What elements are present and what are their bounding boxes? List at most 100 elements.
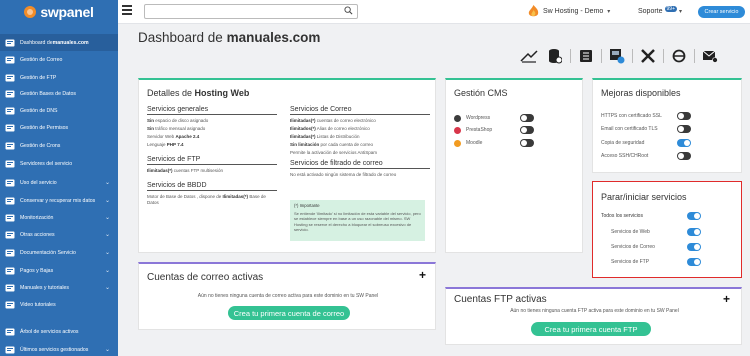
mejora-toggle[interactable] — [677, 152, 691, 160]
sidebar-item-label: Documentación Servicio — [20, 249, 76, 256]
section-heading: Servicios de FTP — [147, 156, 277, 165]
card-title: Cuentas FTP activas — [454, 294, 547, 305]
card-title: Detalles de Hosting Web — [147, 88, 250, 98]
tree-icon — [5, 328, 15, 336]
mejora-row: Email con certificado TLS — [601, 125, 691, 133]
chevron-down-icon: ▾ — [607, 9, 611, 15]
logo[interactable]: swpanel — [0, 0, 118, 24]
sidebar-item-label: Árbol de servicios activos — [20, 328, 79, 335]
servicio-toggle[interactable] — [687, 258, 701, 266]
panel-settings-icon[interactable] — [573, 47, 599, 65]
sidebar-item[interactable]: Dashboard de manuales.com — [0, 34, 118, 51]
list-item: Permite la activación de servicios AntiS… — [290, 150, 378, 155]
sync-icon[interactable] — [666, 47, 692, 65]
sidebar-item[interactable]: Documentación Servicio ⌄ — [0, 244, 118, 261]
sidebar-item-label: Gestión de Correo — [20, 56, 63, 63]
sidebar-item-label: Gestión de DNS — [20, 107, 58, 114]
actions-icon — [5, 231, 15, 239]
servicio-row: Servicios de FTP — [611, 258, 701, 266]
sidebar-item-label: Gestión de Permisos — [20, 124, 69, 131]
sidebar-item-label: Últimos servicios gestionados — [20, 346, 89, 353]
list-item: Ilimitados(*) Alias de correo electrónic… — [290, 126, 370, 131]
crear-servicio-button[interactable]: Crear servicio — [698, 6, 745, 18]
monitor-icon — [5, 214, 15, 222]
card-title: Parar/iniciar servicios — [601, 192, 687, 202]
sidebar-item-label: Gestión Bases de Datos — [20, 90, 76, 97]
servicio-label: Servicios de Web — [611, 229, 650, 235]
sidebar-item[interactable]: Gestión de DNS — [0, 102, 118, 119]
note-title: (*) Importante — [294, 203, 320, 208]
notification-badge: 99+ — [664, 5, 678, 12]
sidebar-item-label: Conservar y recuperar mis datos — [20, 197, 96, 204]
action-toolbar — [516, 47, 723, 65]
add-icon[interactable]: + — [723, 292, 730, 306]
sidebar-item[interactable]: Otras acciones ⌄ — [0, 226, 118, 243]
cms-toggle[interactable] — [520, 139, 534, 147]
sidebar-item[interactable]: Últimos servicios gestionados ⌄ — [0, 341, 118, 356]
cms-toggle[interactable] — [520, 126, 534, 134]
toolbar-divider — [694, 49, 695, 63]
mejora-label: HTTPS con certificado SSL — [601, 113, 662, 119]
user-menu[interactable]: Sw Hosting - Demo ▾ — [528, 5, 610, 18]
servicio-row: Servicios de Correo — [611, 243, 701, 251]
list-item: Sin tráfico mensual asignado — [147, 126, 206, 131]
sidebar-item-label-bold: manuales.com — [52, 39, 89, 46]
cms-row: Wordpress — [454, 113, 534, 123]
sidebar-item[interactable]: Pagos y Bajas ⌄ — [0, 262, 118, 279]
soporte-menu[interactable]: Soporte 99+ ▾ — [638, 5, 683, 15]
create-ftp-account-button[interactable]: Crea tu primera cuenta FTP — [531, 322, 651, 336]
sidebar-item[interactable]: Video tutoriales — [0, 296, 118, 313]
sidebar-item[interactable]: Gestión de Permisos — [0, 119, 118, 136]
servicio-toggle[interactable] — [687, 243, 701, 251]
cms-logo-icon — [454, 114, 461, 122]
sidebar-item[interactable]: Servidores del servicio — [0, 155, 118, 172]
sidebar-item-label: Manuales y tutoriales — [20, 284, 70, 291]
chevron-down-icon: ⌄ — [104, 285, 110, 291]
todos-toggle[interactable] — [687, 212, 701, 220]
sidebar-item[interactable]: Gestión Bases de Datos — [0, 85, 118, 102]
todos-servicios-row: Todos los servicios — [601, 212, 701, 220]
mail-settings-icon[interactable] — [697, 47, 723, 65]
speed-chart-icon[interactable] — [516, 47, 542, 65]
tools-icon[interactable] — [635, 47, 661, 65]
servicio-label: Servicios de Correo — [611, 244, 655, 250]
mejora-row: Acceso SSH/CHRoot — [601, 152, 691, 160]
help-icon — [5, 284, 15, 292]
chevron-down-icon: ⌄ — [104, 180, 110, 186]
mejora-toggle[interactable] — [677, 112, 691, 120]
list-item: Ilimitadas(*) cuentas de correo electrón… — [290, 118, 376, 123]
sidebar-item[interactable]: Gestión de FTP — [0, 69, 118, 86]
sidebar-item[interactable]: Árbol de servicios activos — [0, 323, 118, 340]
sidebar-item[interactable]: Uso del servicio ⌄ — [0, 174, 118, 191]
correo-accounts-card: Cuentas de correo activas + Aún no tiene… — [138, 262, 436, 330]
payments-icon — [5, 267, 15, 275]
important-note: (*) Importante Se entiende 'ilimitado' s… — [290, 200, 425, 241]
chevron-down-icon: ▾ — [679, 9, 683, 15]
servicio-toggle[interactable] — [687, 228, 701, 236]
mejora-toggle[interactable] — [677, 125, 691, 133]
sidebar-item[interactable]: Manuales y tutoriales ⌄ — [0, 279, 118, 296]
sidebar-item[interactable]: Gestión de Correo — [0, 51, 118, 68]
sidebar-item[interactable]: Monitorización ⌄ — [0, 209, 118, 226]
search-input[interactable] — [144, 4, 358, 19]
user-label: Sw Hosting - Demo — [543, 8, 604, 15]
mejora-row: Copia de seguridad — [601, 139, 691, 147]
mail-icon — [5, 56, 15, 64]
empty-text: Aún no tienes ninguna cuenta FTP activa … — [510, 308, 679, 314]
mejora-toggle[interactable] — [677, 139, 691, 147]
mejora-row: HTTPS con certificado SSL — [601, 112, 691, 120]
cms-label: Moodle — [466, 140, 483, 146]
cms-logo-icon — [454, 139, 461, 147]
create-mail-account-button[interactable]: Crea tu primera cuenta de correo — [228, 306, 350, 320]
add-icon[interactable]: + — [419, 268, 426, 282]
server-info-icon[interactable] — [604, 47, 630, 65]
cms-toggle[interactable] — [520, 114, 534, 122]
sidebar-item[interactable]: Gestión de Crons — [0, 137, 118, 154]
list-item: Ilimitadas(*) cuentas FTP multisesión — [147, 168, 223, 173]
search-icon[interactable] — [344, 6, 353, 15]
sidebar-item[interactable]: Conservar y recuperar mis datos ⌄ — [0, 192, 118, 209]
database-stats-icon[interactable] — [542, 47, 568, 65]
section-heading: Servicios de filtrado de correo — [290, 160, 430, 169]
hamburger-menu-icon[interactable] — [122, 5, 132, 15]
sidebar-item-label: Dashboard de — [20, 39, 53, 46]
